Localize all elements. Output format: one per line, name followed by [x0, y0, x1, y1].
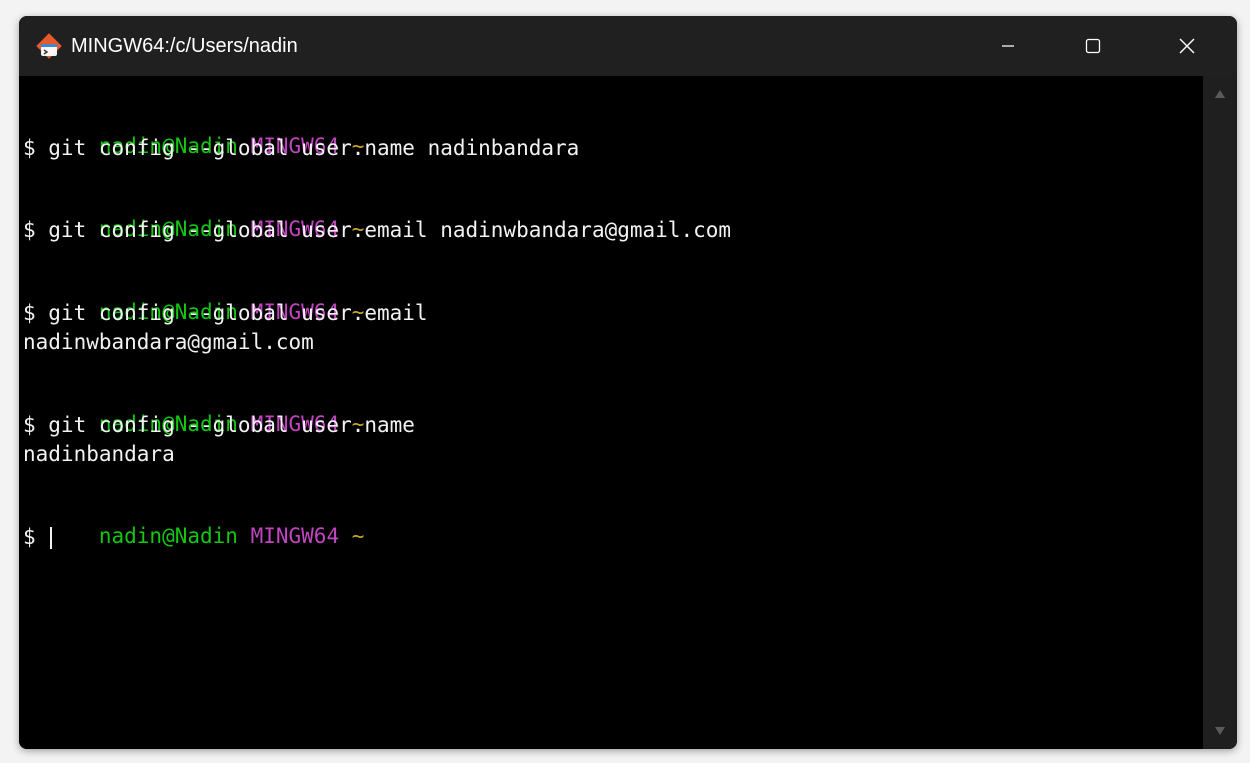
close-icon	[1179, 38, 1195, 54]
terminal-window: MINGW64:/c/Users/nadin nadin@Nadin MINGW…	[19, 16, 1237, 749]
output-line: nadinbandara	[23, 442, 175, 466]
minimize-icon	[1002, 45, 1014, 47]
terminal-output[interactable]: nadin@Nadin MINGW64 ~ $ git config --glo…	[19, 76, 1203, 749]
scroll-down-icon[interactable]	[1215, 727, 1225, 735]
prompt-line: nadin@Nadin MINGW64 ~	[23, 270, 365, 324]
text-cursor	[50, 527, 53, 549]
command-line: $ git config --global user.name	[23, 413, 415, 437]
prompt-line: nadin@Nadin MINGW64 ~	[23, 187, 365, 241]
maximize-icon	[1085, 38, 1101, 54]
maximize-button[interactable]	[1070, 16, 1116, 76]
close-button[interactable]	[1164, 16, 1210, 76]
minimize-button[interactable]	[985, 16, 1031, 76]
output-line: nadinwbandara@gmail.com	[23, 330, 314, 354]
command-line: $ git config --global user.email nadinwb…	[23, 218, 732, 242]
prompt-user: nadin@Nadin	[98, 524, 238, 548]
scroll-up-icon[interactable]	[1215, 90, 1225, 98]
command-line: $ git config --global user.name nadinban…	[23, 136, 580, 160]
prompt-line: nadin@Nadin MINGW64 ~	[23, 382, 365, 436]
title-bar[interactable]: MINGW64:/c/Users/nadin	[19, 16, 1237, 76]
prompt-dir: ~	[351, 524, 365, 548]
prompt-line: nadin@Nadin MINGW64 ~	[23, 494, 365, 548]
vertical-scrollbar[interactable]	[1203, 76, 1237, 749]
command-line: $ git config --global user.email	[23, 301, 428, 325]
prompt-line: nadin@Nadin MINGW64 ~	[23, 104, 365, 158]
window-title: MINGW64:/c/Users/nadin	[71, 35, 298, 57]
git-bash-icon	[36, 33, 62, 59]
input-line[interactable]: $	[23, 523, 53, 551]
input-prompt: $	[23, 525, 49, 549]
prompt-host: MINGW64	[250, 524, 340, 548]
